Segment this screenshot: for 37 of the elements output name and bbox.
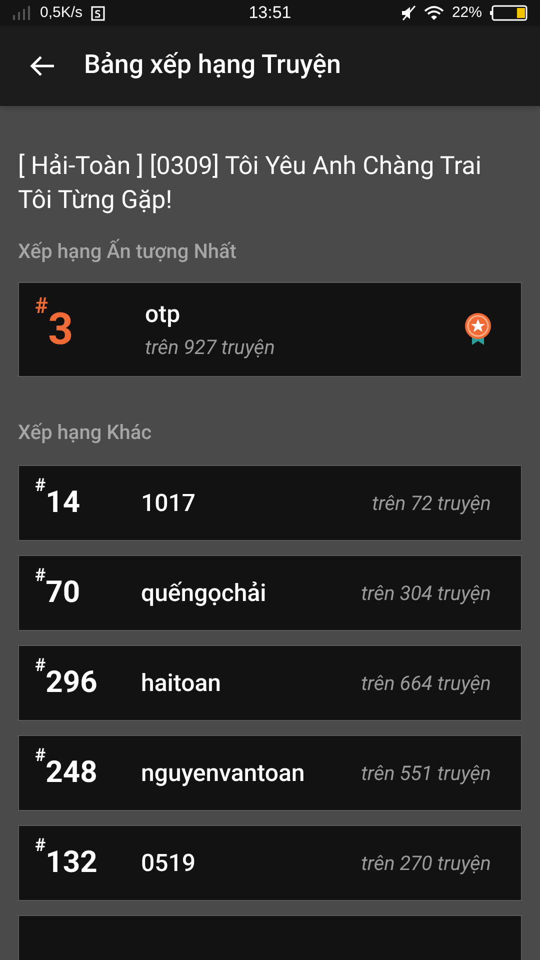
rank-number: $^{#}$248 xyxy=(35,744,98,792)
rank-number: $^{#}$70 xyxy=(35,564,82,612)
story-count: trên 664 truyện xyxy=(361,670,491,696)
rank-card[interactable]: $^{#}$296 haitoan trên 664 truyện xyxy=(18,644,522,720)
section-label: Xếp hạng Ấn tượng Nhất xyxy=(18,238,238,264)
section-label: Xếp hạng Khác xyxy=(18,418,153,446)
tag-name: nguyenvantoan xyxy=(141,758,306,788)
story-count: trên 927 truyện xyxy=(145,334,276,361)
tag-name: otp xyxy=(145,299,182,330)
rank-card[interactable]: $^{#}$70 quếngọchải trên 304 truyện xyxy=(18,554,522,630)
medal-icon xyxy=(463,312,493,346)
rank-card[interactable]: $^{#}$132 0519 trên 270 truyện xyxy=(18,824,522,900)
battery-percent: 22% xyxy=(452,2,482,22)
tag-name: quếngọchải xyxy=(141,578,268,608)
clock: 13:51 xyxy=(248,2,292,24)
story-count: trên 551 truyện xyxy=(361,760,491,786)
rank-number: $^{#}$132 xyxy=(35,834,98,882)
battery-icon xyxy=(490,4,528,21)
page-title: Bảng xếp hạng Truyện xyxy=(84,49,342,82)
rank-number: $^{#}$296 xyxy=(35,654,98,702)
tag-name: haitoan xyxy=(141,668,222,698)
rank-card[interactable]: $^{#}$248 nguyenvantoan trên 551 truyện xyxy=(18,734,522,810)
tag-name: 0519 xyxy=(141,848,197,878)
network-speed: 0,5K/s xyxy=(40,2,83,22)
tag-name: 1017 xyxy=(141,488,197,518)
story-count: trên 304 truyện xyxy=(361,580,491,606)
mute-icon xyxy=(400,4,416,21)
rank-card[interactable]: $^{#}$14 1017 trên 72 truyện xyxy=(18,464,522,540)
app-icon xyxy=(90,4,105,21)
back-arrow-icon xyxy=(29,54,55,76)
story-count: trên 72 truyện xyxy=(372,490,491,516)
story-count: trên 270 truyện xyxy=(361,850,491,876)
story-title: [ Hải-Toàn ] [0309] Tôi Yêu Anh Chàng Trai Tôi Từng Gặp! xyxy=(18,150,482,216)
rank-number: $^{#}$14 xyxy=(35,474,82,522)
rank-number: $^{#}$3 xyxy=(35,293,74,357)
signal-icon xyxy=(12,6,32,20)
wifi-icon xyxy=(424,4,444,21)
